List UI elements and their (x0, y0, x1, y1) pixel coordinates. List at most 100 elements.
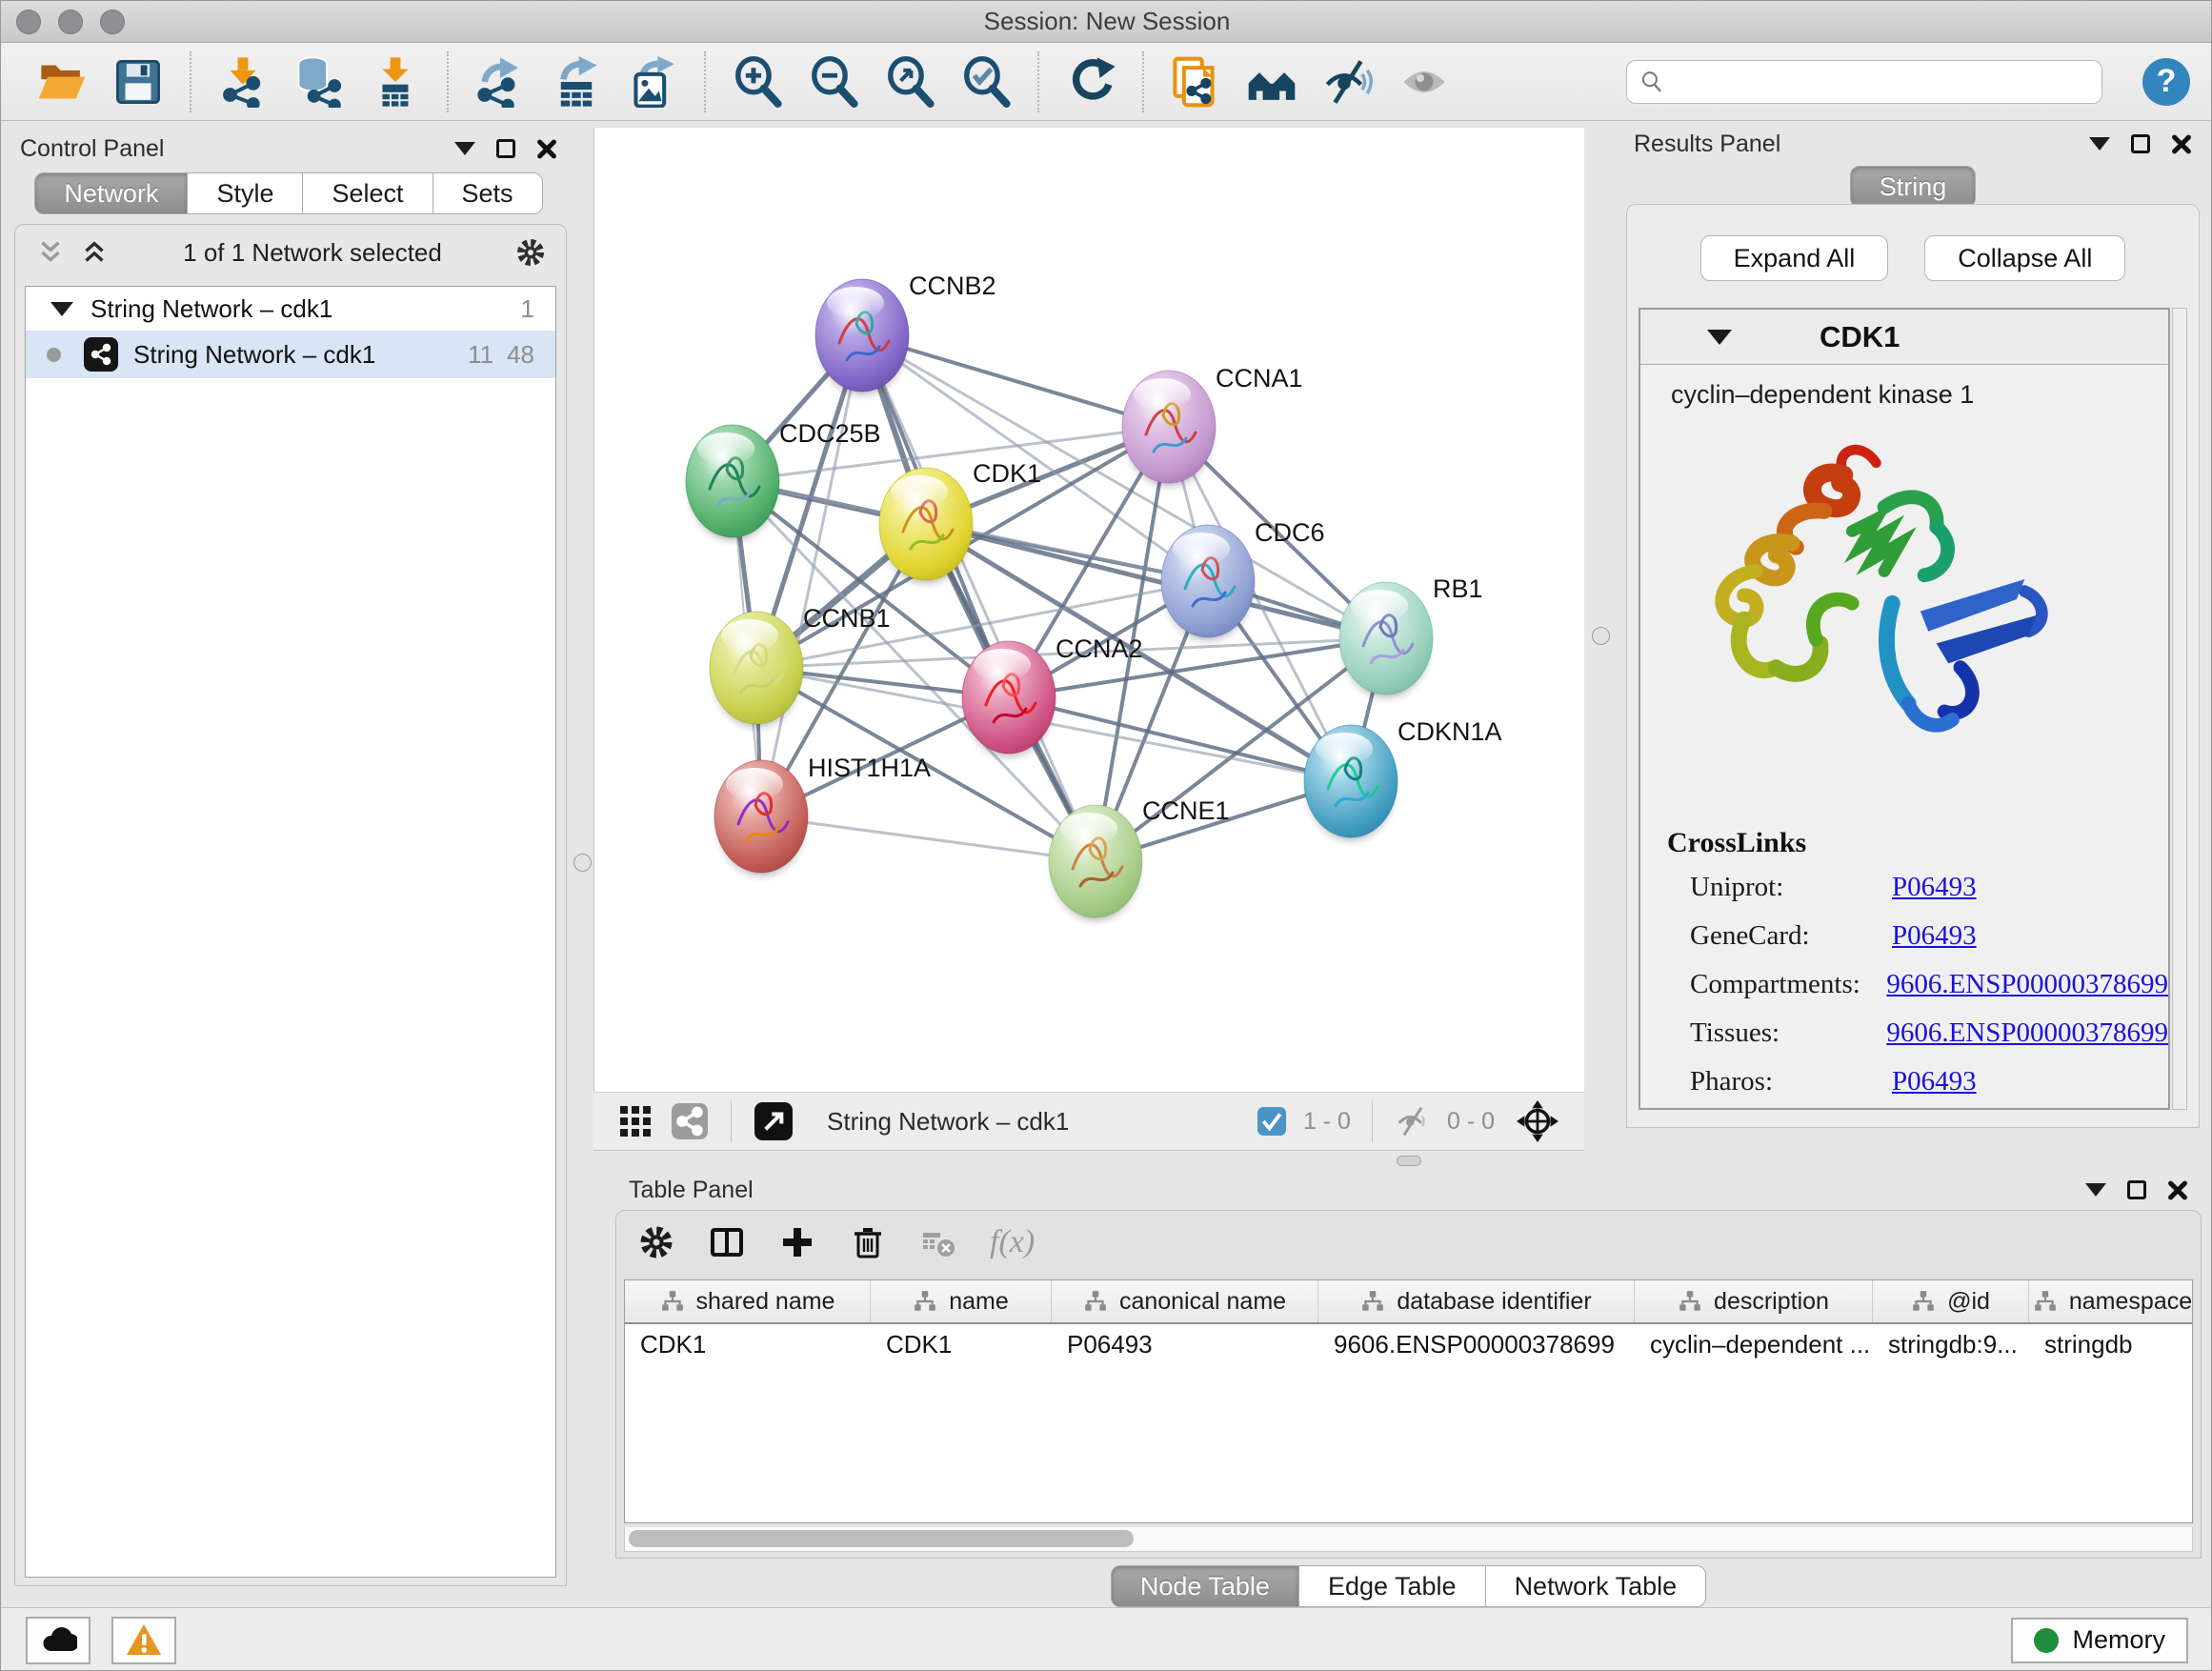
crosslink-link[interactable]: P06493 (1892, 920, 1977, 952)
open-session-button[interactable] (34, 54, 90, 110)
import-network-button[interactable] (215, 54, 271, 110)
network-share-icon[interactable] (672, 1103, 708, 1139)
scrollbar-thumb[interactable] (629, 1530, 1134, 1547)
export-image-button[interactable] (625, 54, 680, 110)
collapse-all-icon[interactable] (34, 236, 67, 269)
tab-select[interactable]: Select (303, 172, 432, 214)
panel-close-icon[interactable] (2167, 1179, 2188, 1200)
panel-menu-icon[interactable] (454, 142, 475, 155)
collapse-triangle-icon[interactable] (1707, 330, 1732, 345)
table-horizontal-scrollbar[interactable] (624, 1527, 2193, 1552)
hide-selected-button[interactable] (1320, 54, 1376, 110)
column-type-icon (660, 1289, 685, 1314)
cell-database-identifier[interactable]: 9606.ENSP00000378699 (1318, 1330, 1635, 1359)
zoom-in-button[interactable] (730, 54, 785, 110)
cell-canonical-name[interactable]: P06493 (1052, 1330, 1318, 1359)
column-header-namespace[interactable]: namespace (2029, 1280, 2193, 1322)
table-settings-gear-icon[interactable] (637, 1223, 675, 1261)
panel-float-icon[interactable] (496, 139, 515, 158)
panel-close-icon[interactable] (536, 138, 557, 159)
horizontal-splitter-handle[interactable] (1397, 1156, 1421, 1166)
collapse-triangle-icon[interactable] (50, 302, 73, 316)
crosslink-row: Tissues: 9606.ENSP00000378699 (1640, 1009, 2168, 1057)
network-node-rb1[interactable]: RB1 (1339, 574, 1483, 697)
crosslink-link[interactable]: 9606.ENSP00000378699 (1886, 1017, 2168, 1049)
zoom-selected-button[interactable] (958, 54, 1014, 110)
tab-edge-table[interactable]: Edge Table (1299, 1565, 1486, 1607)
network-node-ccnb2[interactable]: CCNB2 (815, 272, 996, 394)
cell-description[interactable]: cyclin–dependent ... (1635, 1330, 1873, 1359)
zoom-fit-button[interactable] (882, 54, 937, 110)
import-table-button[interactable] (368, 54, 423, 110)
zoom-out-button[interactable] (806, 54, 861, 110)
column-header-id[interactable]: @id (1873, 1280, 2029, 1322)
crosslink-label: Pharos: (1690, 1066, 1892, 1097)
node-label-cdk1: CDK1 (973, 459, 1041, 488)
right-splitter-handle[interactable] (1592, 627, 1610, 645)
column-header-database-identifier[interactable]: database identifier (1318, 1280, 1635, 1322)
pan-crosshair-icon[interactable] (1516, 1099, 1559, 1143)
hidden-counts: 0 - 0 (1447, 1108, 1495, 1136)
network-collection-row[interactable]: String Network – cdk1 1 (26, 287, 555, 331)
cell-id[interactable]: stringdb:9... (1873, 1330, 2029, 1359)
clone-network-button[interactable] (1168, 54, 1223, 110)
import-network-from-database-button[interactable] (292, 54, 347, 110)
network-node-hist1h1a[interactable]: HIST1H1A (714, 754, 931, 876)
selected-checkbox-icon[interactable] (1257, 1107, 1286, 1136)
tab-network[interactable]: Network (34, 172, 188, 214)
network-graph[interactable]: CCNB2CCNA1CDC25BCDK1CDC6RB1CCNB1CCNA2CDK… (594, 128, 1585, 1092)
column-header-shared-name[interactable]: shared name (625, 1280, 871, 1322)
show-hidden-button[interactable] (1397, 54, 1452, 110)
panel-float-icon[interactable] (2131, 134, 2150, 153)
network-node-cdk1[interactable]: CDK1 (879, 459, 1041, 583)
column-header-canonical-name[interactable]: canonical name (1052, 1280, 1318, 1322)
crosslink-link[interactable]: P06493 (1892, 1066, 1977, 1097)
column-header-description[interactable]: description (1635, 1280, 1873, 1322)
network-node-cdc6[interactable]: CDC6 (1161, 518, 1325, 640)
network-row[interactable]: String Network – cdk1 11 48 (26, 331, 555, 378)
delete-column-icon[interactable] (849, 1223, 887, 1261)
gene-detail-card: CDK1 cyclin–dependent kinase 1 (1639, 308, 2170, 1110)
help-button[interactable]: ? (2142, 58, 2190, 106)
cell-namespace[interactable]: stringdb (2029, 1330, 2193, 1359)
gear-icon[interactable] (514, 236, 547, 269)
birdseye-view-icon[interactable] (754, 1102, 793, 1140)
save-session-button[interactable] (111, 54, 166, 110)
tab-sets[interactable]: Sets (433, 172, 543, 214)
network-node-cdkn1a[interactable]: CDKN1A (1304, 717, 1502, 840)
collapse-all-button[interactable]: Collapse All (1924, 235, 2125, 281)
show-all-networks-button[interactable] (1244, 54, 1299, 110)
column-header-name[interactable]: name (871, 1280, 1052, 1322)
expand-all-icon[interactable] (78, 236, 111, 269)
panel-menu-icon[interactable] (2089, 137, 2110, 151)
panel-close-icon[interactable] (2171, 133, 2192, 154)
export-table-button[interactable] (549, 54, 604, 110)
tab-node-table[interactable]: Node Table (1111, 1565, 1299, 1607)
expand-all-button[interactable]: Expand All (1700, 235, 1889, 281)
tab-string[interactable]: String (1850, 166, 1977, 208)
crosslink-link[interactable]: 9606.ENSP00000378699 (1886, 969, 2168, 1000)
panel-float-icon[interactable] (2127, 1180, 2146, 1199)
select-columns-icon[interactable] (708, 1223, 746, 1261)
left-splitter-handle[interactable] (573, 854, 592, 872)
search-input[interactable] (1673, 69, 2090, 95)
export-network-button[interactable] (473, 54, 528, 110)
gene-card-header[interactable]: CDK1 (1640, 310, 2168, 365)
cell-shared-name[interactable]: CDK1 (625, 1330, 871, 1359)
network-node-ccnb1[interactable]: CCNB1 (710, 604, 891, 727)
memory-button[interactable]: Memory (2011, 1618, 2188, 1663)
network-canvas[interactable]: CCNB2CCNA1CDC25BCDK1CDC6RB1CCNB1CCNA2CDK… (593, 128, 1584, 1092)
cloud-status-button[interactable] (26, 1617, 90, 1664)
apply-layout-button[interactable] (1063, 54, 1118, 110)
tab-style[interactable]: Style (188, 172, 303, 214)
crosslink-link[interactable]: P06493 (1892, 872, 1977, 903)
results-scrollbar[interactable] (2172, 308, 2187, 1110)
warnings-button[interactable] (111, 1617, 176, 1664)
table-row[interactable]: CDK1 CDK1 P06493 9606.ENSP00000378699 cy… (625, 1324, 2192, 1364)
network-node-ccne1[interactable]: CCNE1 (1049, 796, 1230, 920)
cell-name[interactable]: CDK1 (871, 1330, 1052, 1359)
add-column-icon[interactable] (778, 1223, 816, 1261)
panel-menu-icon[interactable] (2085, 1183, 2106, 1197)
grid-view-icon[interactable] (618, 1104, 653, 1138)
tab-network-table[interactable]: Network Table (1486, 1565, 1707, 1607)
